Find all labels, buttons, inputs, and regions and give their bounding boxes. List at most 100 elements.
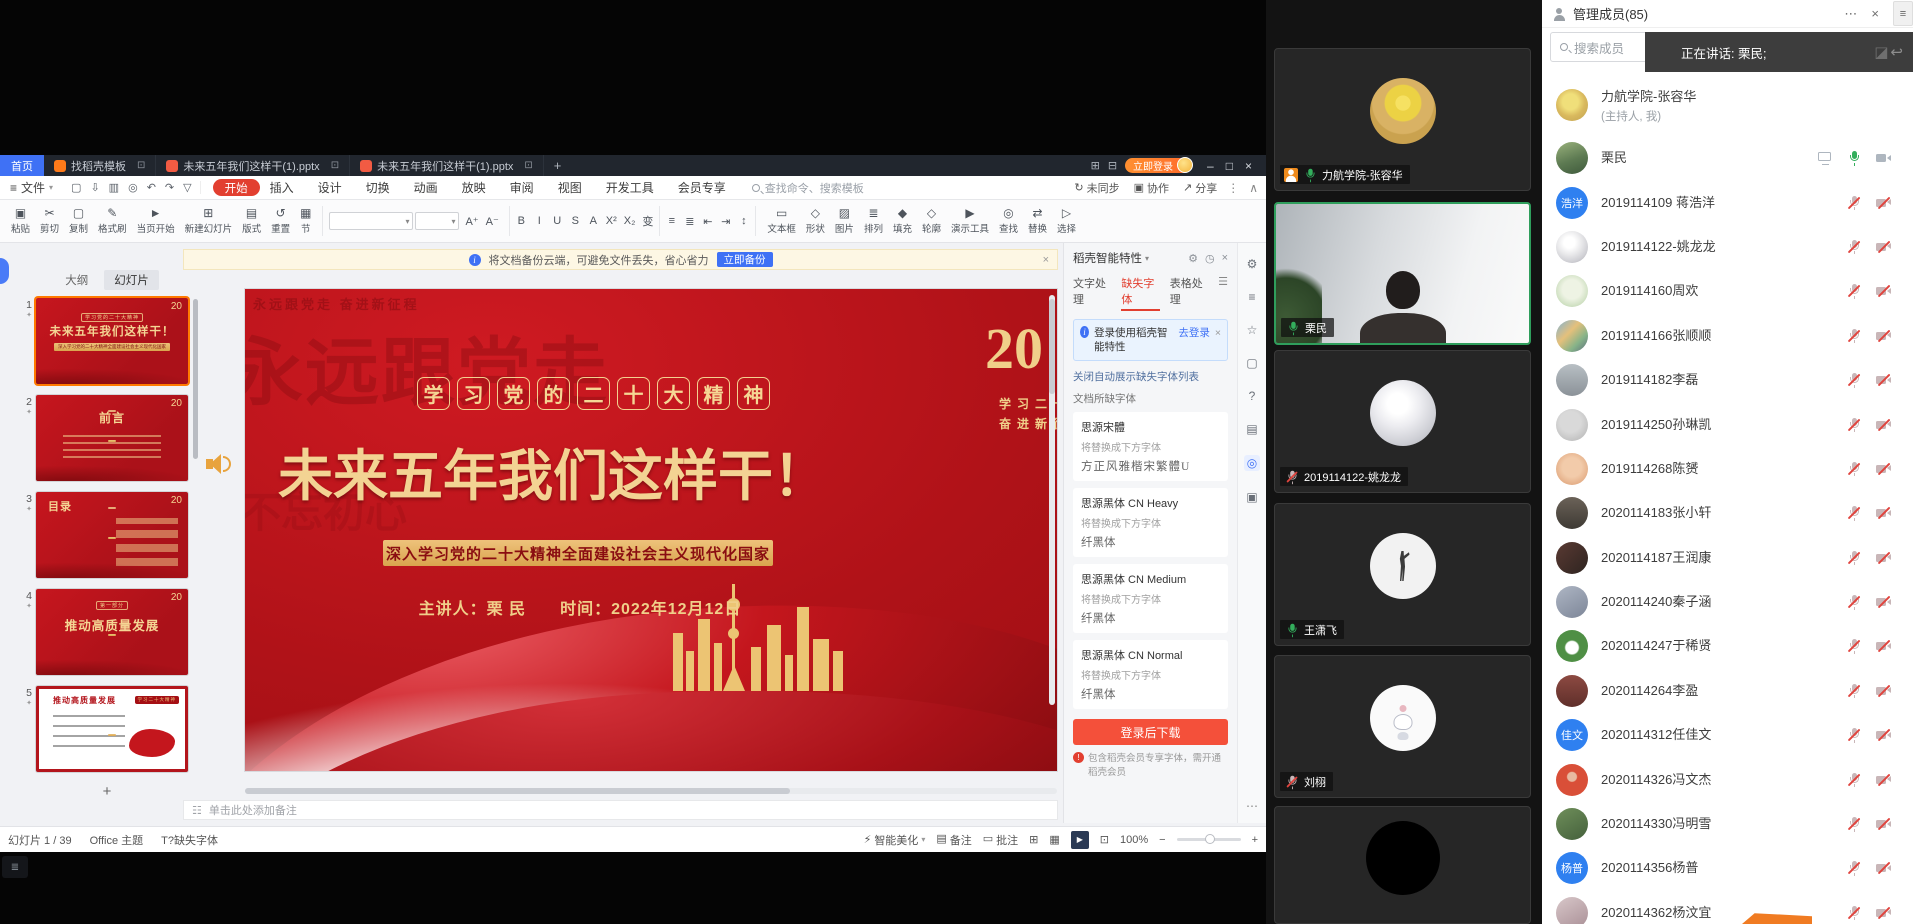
text-format-button[interactable]: U bbox=[552, 215, 563, 227]
find-button[interactable]: ◎查找 bbox=[994, 205, 1023, 237]
text-format-button[interactable]: S bbox=[570, 215, 581, 227]
slide-audio-icon[interactable] bbox=[204, 451, 234, 477]
beautify-button[interactable]: ⚡智能美化▾ bbox=[864, 832, 926, 848]
ribbon-menu-item[interactable]: 放映 bbox=[462, 179, 486, 196]
zoom-slider[interactable] bbox=[1177, 838, 1241, 841]
text-format-button[interactable]: X₂ bbox=[624, 215, 636, 227]
participant-row[interactable]: 栗民 bbox=[1542, 136, 1913, 180]
replace-button[interactable]: ⇄替换 bbox=[1023, 205, 1052, 237]
mic-icon[interactable] bbox=[1846, 860, 1862, 876]
missing-font-card[interactable]: 思源黑体 CN Medium 将替换成下方字体 纤黑体 bbox=[1073, 564, 1228, 633]
participant-row[interactable]: 2019114160周欢 bbox=[1542, 269, 1913, 313]
mic-icon[interactable] bbox=[1846, 239, 1862, 255]
mic-icon[interactable] bbox=[1846, 816, 1862, 832]
mic-icon[interactable] bbox=[1846, 772, 1862, 788]
vertical-scrollbar[interactable] bbox=[1049, 295, 1055, 705]
missing-font-card[interactable]: 思源黑体 CN Normal 将替换成下方字体 纤黑体 bbox=[1073, 640, 1228, 709]
file-menu[interactable]: ≡文件▾ bbox=[0, 179, 63, 196]
tab-missing-fonts[interactable]: 缺失字体 bbox=[1121, 275, 1159, 311]
paragraph-format-button[interactable]: ≣ bbox=[684, 215, 695, 228]
present-tools-button[interactable]: ▶演示工具 bbox=[946, 205, 994, 237]
more-actions-icon[interactable]: ▽ bbox=[183, 181, 191, 194]
print-icon[interactable]: ▥ bbox=[109, 181, 119, 194]
star-icon[interactable]: ☆ bbox=[1247, 323, 1258, 337]
tab-pin-icon[interactable]: ⊡ bbox=[137, 160, 145, 171]
text-format-button[interactable]: I bbox=[534, 215, 545, 227]
tab-pin-icon[interactable]: ⊡ bbox=[524, 160, 532, 171]
participant-row[interactable]: 2019114250孙琳凯 bbox=[1542, 402, 1913, 446]
slide-thumbnail[interactable]: 3✦ 20 目录 bbox=[18, 492, 196, 578]
theme-name[interactable]: Office 主题 bbox=[90, 832, 144, 848]
comments-toggle[interactable]: ▭批注 bbox=[983, 832, 1018, 848]
participant-row[interactable]: 2020114362杨汶宜 bbox=[1542, 891, 1913, 924]
select-button[interactable]: ▷选择 bbox=[1052, 205, 1081, 237]
more-menu-icon[interactable]: ⋮ bbox=[1227, 181, 1239, 195]
video-tile[interactable] bbox=[1274, 806, 1531, 924]
paragraph-format-button[interactable]: ↕ bbox=[738, 215, 749, 227]
tabs-more-icon[interactable]: ☰ bbox=[1218, 275, 1228, 311]
layout-button[interactable]: ▤版式 bbox=[237, 205, 266, 237]
disable-auto-show-link[interactable]: 关闭自动展示缺失字体列表 bbox=[1073, 369, 1228, 384]
zoom-out-button[interactable]: − bbox=[1159, 834, 1165, 846]
camera-icon[interactable] bbox=[1875, 727, 1893, 743]
adjust-icon[interactable]: ≡ bbox=[1248, 290, 1255, 304]
mic-icon[interactable] bbox=[1846, 727, 1862, 743]
ribbon-menu-item[interactable]: 会员专享 bbox=[678, 179, 726, 196]
participant-row[interactable]: 2019114122-姚龙龙 bbox=[1542, 225, 1913, 269]
reset-button[interactable]: ↺重置 bbox=[266, 205, 295, 237]
mic-icon[interactable] bbox=[1846, 550, 1862, 566]
home-tab[interactable]: 首页 bbox=[0, 155, 44, 176]
section-button[interactable]: ▦节 bbox=[295, 205, 316, 237]
tab-outline[interactable]: 大纲 bbox=[55, 270, 98, 290]
paste-button[interactable]: ▣粘贴 bbox=[6, 205, 35, 237]
smart-features-icon[interactable]: ◎ bbox=[1244, 455, 1260, 471]
mic-icon[interactable] bbox=[1846, 195, 1862, 211]
video-tile[interactable]: 王潇飞 bbox=[1274, 503, 1531, 646]
participant-row[interactable]: 2020114240秦子涵 bbox=[1542, 580, 1913, 624]
text-format-button[interactable]: X² bbox=[606, 215, 617, 227]
font-name-select[interactable]: ▾ bbox=[329, 212, 413, 230]
mic-icon[interactable] bbox=[1846, 638, 1862, 654]
camera-icon[interactable] bbox=[1875, 772, 1893, 788]
chart-icon[interactable]: ▤ bbox=[1246, 422, 1257, 436]
collaborate-button[interactable]: ▣协作 bbox=[1134, 180, 1169, 196]
notes-toggle[interactable]: ▤备注 bbox=[936, 832, 971, 848]
mic-icon[interactable] bbox=[1846, 328, 1862, 344]
gear-icon[interactable]: ⚙ bbox=[1188, 252, 1198, 265]
print-preview-icon[interactable]: ◎ bbox=[128, 181, 138, 194]
increase-font-icon[interactable]: A⁺ bbox=[465, 215, 478, 228]
fill-button[interactable]: ◆填充 bbox=[888, 205, 917, 237]
taskbar-icon[interactable]: ≣ bbox=[2, 856, 28, 878]
camera-icon[interactable] bbox=[1875, 195, 1893, 211]
missing-font-status[interactable]: T?缺失字体 bbox=[161, 832, 218, 848]
mic-icon[interactable] bbox=[1846, 594, 1862, 610]
mic-icon[interactable] bbox=[1846, 505, 1862, 521]
camera-icon[interactable] bbox=[1875, 860, 1893, 876]
participant-row[interactable]: 力航学院-张容华 (主持人, 我) bbox=[1542, 74, 1913, 136]
minimize-button[interactable]: – bbox=[1207, 159, 1214, 173]
camera-icon[interactable] bbox=[1875, 372, 1893, 388]
picture-button[interactable]: ▨图片 bbox=[830, 205, 859, 237]
ribbon-menu-item[interactable]: 开发工具 bbox=[606, 179, 654, 196]
slide-thumbnail[interactable]: 2✦ 20 前言 bbox=[18, 395, 196, 481]
slide-canvas[interactable]: 永远跟党走 不忘初心 永远跟党走 奋进新征程 学习党的二十大精神 未来五年我们这… bbox=[245, 289, 1057, 771]
sync-status[interactable]: ↻未同步 bbox=[1074, 180, 1119, 196]
mic-icon[interactable] bbox=[1846, 461, 1862, 477]
tab-slides[interactable]: 幻灯片 bbox=[104, 270, 159, 290]
zoom-level[interactable]: 100% bbox=[1120, 834, 1148, 846]
play-from-page-button[interactable]: ►当页开始 bbox=[132, 205, 180, 237]
font-size-select[interactable]: ▾ bbox=[415, 212, 459, 230]
arrange-button[interactable]: ≣排列 bbox=[859, 205, 888, 237]
ribbon-menu-item[interactable]: 切换 bbox=[366, 179, 390, 196]
document-tab[interactable]: 找稻壳模板 ⊡ bbox=[44, 155, 156, 176]
video-tile[interactable]: 力航学院-张容华 bbox=[1274, 48, 1531, 191]
zoom-in-button[interactable]: + bbox=[1252, 834, 1258, 846]
missing-font-card[interactable]: 思源黑体 CN Heavy 将替换成下方字体 纤黑体 bbox=[1073, 488, 1228, 557]
participant-row[interactable]: 2020114326冯文杰 bbox=[1542, 757, 1913, 801]
format-painter-button[interactable]: ✎格式刷 bbox=[93, 205, 132, 237]
paragraph-format-button[interactable]: ≡ bbox=[666, 215, 677, 227]
participant-row[interactable]: 浩洋 2019114109 蒋浩洋 bbox=[1542, 180, 1913, 224]
panel-icon[interactable]: ▢ bbox=[1246, 356, 1257, 370]
go-login-link[interactable]: 去登录 bbox=[1178, 326, 1210, 354]
horizontal-scrollbar[interactable] bbox=[245, 788, 1057, 794]
